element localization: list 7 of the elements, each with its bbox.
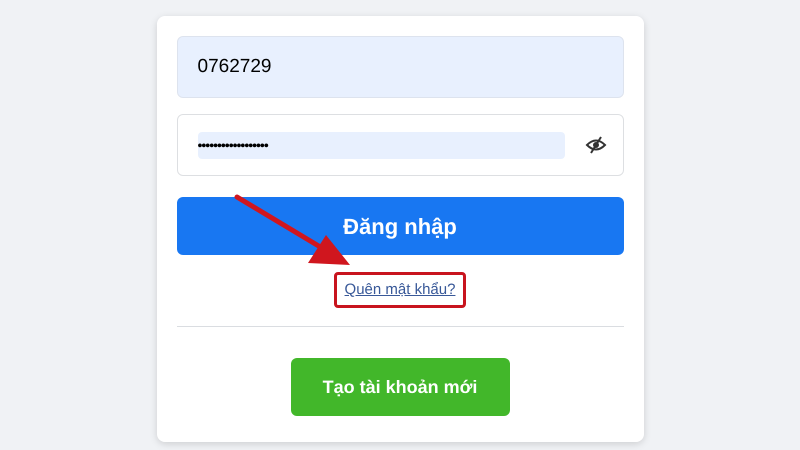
forgot-password-link[interactable]: Quên mật khẩu?: [344, 281, 456, 298]
login-button[interactable]: Đăng nhập: [176, 197, 624, 255]
phone-field[interactable]: 0762729: [176, 36, 624, 98]
password-field[interactable]: ••••••••••••••••••: [176, 114, 624, 176]
eye-slash-icon[interactable]: [584, 136, 606, 154]
phone-number-value: 0762729: [198, 54, 272, 79]
password-value: ••••••••••••••••••: [198, 136, 268, 154]
